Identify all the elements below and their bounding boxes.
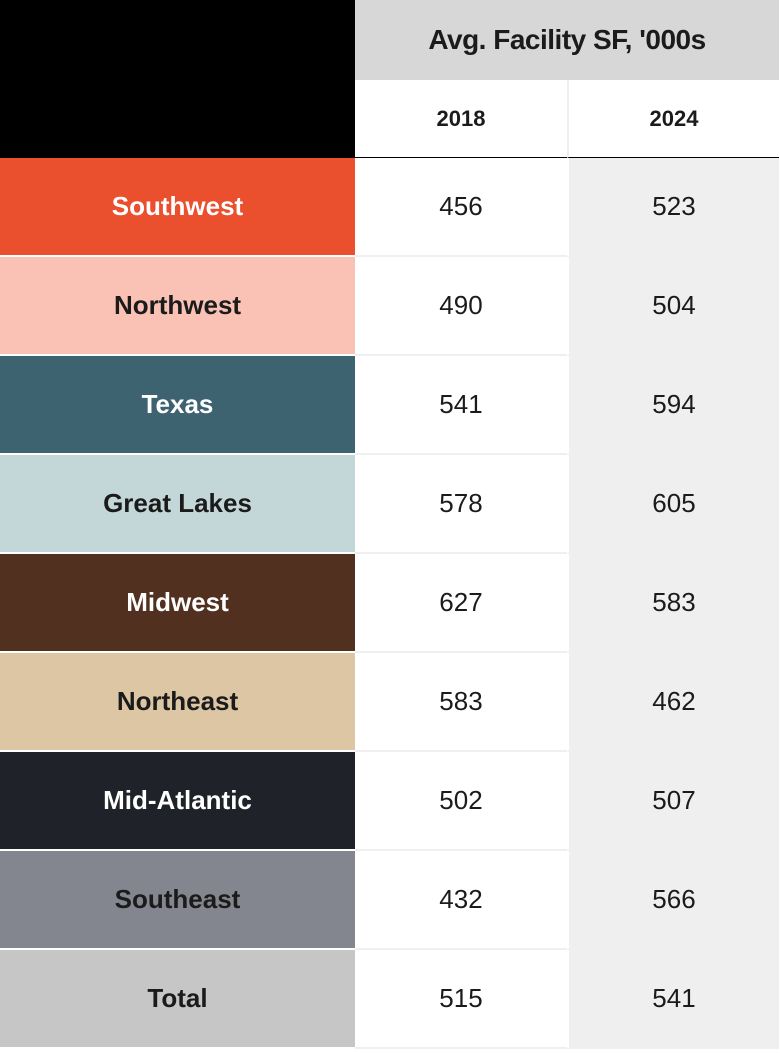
cell-midwest-2018: 627 [355, 554, 567, 653]
cell-northeast-2024: 462 [567, 653, 779, 752]
row-label-great-lakes: Great Lakes [0, 455, 355, 554]
row-label-southeast: Southeast [0, 851, 355, 950]
cell-southeast-2024: 566 [567, 851, 779, 950]
row-label-southwest: Southwest [0, 158, 355, 257]
cell-northwest-2018: 490 [355, 257, 567, 356]
cell-texas-2024: 594 [567, 356, 779, 455]
facility-table: Avg. Facility SF, '000s 2018 2024 Southw… [0, 0, 779, 1049]
cell-midwest-2024: 583 [567, 554, 779, 653]
cell-great-lakes-2024: 605 [567, 455, 779, 554]
row-label-mid-atlantic: Mid-Atlantic [0, 752, 355, 851]
cell-southeast-2018: 432 [355, 851, 567, 950]
cell-northwest-2024: 504 [567, 257, 779, 356]
row-label-midwest: Midwest [0, 554, 355, 653]
corner-cell [0, 0, 355, 158]
cell-texas-2018: 541 [355, 356, 567, 455]
row-label-texas: Texas [0, 356, 355, 455]
cell-southwest-2024: 523 [567, 158, 779, 257]
row-label-northwest: Northwest [0, 257, 355, 356]
col-header-2024: 2024 [567, 80, 779, 158]
table-title: Avg. Facility SF, '000s [355, 0, 779, 80]
cell-mid-atlantic-2024: 507 [567, 752, 779, 851]
row-label-total: Total [0, 950, 355, 1049]
row-label-northeast: Northeast [0, 653, 355, 752]
cell-southwest-2018: 456 [355, 158, 567, 257]
cell-great-lakes-2018: 578 [355, 455, 567, 554]
cell-mid-atlantic-2018: 502 [355, 752, 567, 851]
cell-northeast-2018: 583 [355, 653, 567, 752]
col-header-2018: 2018 [355, 80, 567, 158]
cell-total-2024: 541 [567, 950, 779, 1049]
cell-total-2018: 515 [355, 950, 567, 1049]
